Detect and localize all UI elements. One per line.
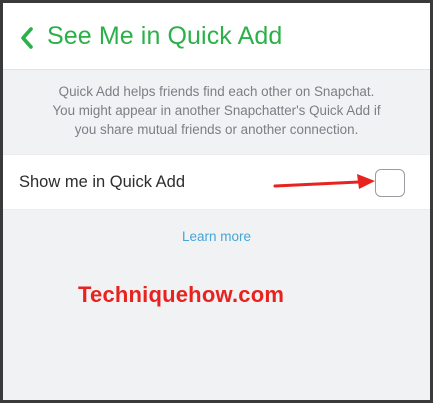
chevron-left-icon	[21, 27, 33, 49]
back-button[interactable]	[14, 23, 40, 53]
description-line: You might appear in another Snapchatter'…	[52, 103, 381, 118]
red-arrow-annotation	[273, 174, 375, 189]
page-title: See Me in Quick Add	[47, 22, 283, 50]
learn-more-link[interactable]: Learn more	[3, 229, 430, 244]
top-bar: See Me in Quick Add	[3, 3, 430, 70]
show-in-quick-add-label: Show me in Quick Add	[19, 173, 185, 191]
description-line: Quick Add helps friends find each other …	[58, 84, 375, 99]
quick-add-description: Quick Add helps friends find each other …	[3, 82, 430, 139]
watermark-text: Techniquehow.com	[78, 282, 285, 307]
description-line: you share mutual friends or another conn…	[74, 122, 359, 137]
app-window: See Me in Quick Add Quick Add helps frie…	[0, 0, 433, 403]
show-in-quick-add-checkbox[interactable]	[375, 169, 405, 197]
